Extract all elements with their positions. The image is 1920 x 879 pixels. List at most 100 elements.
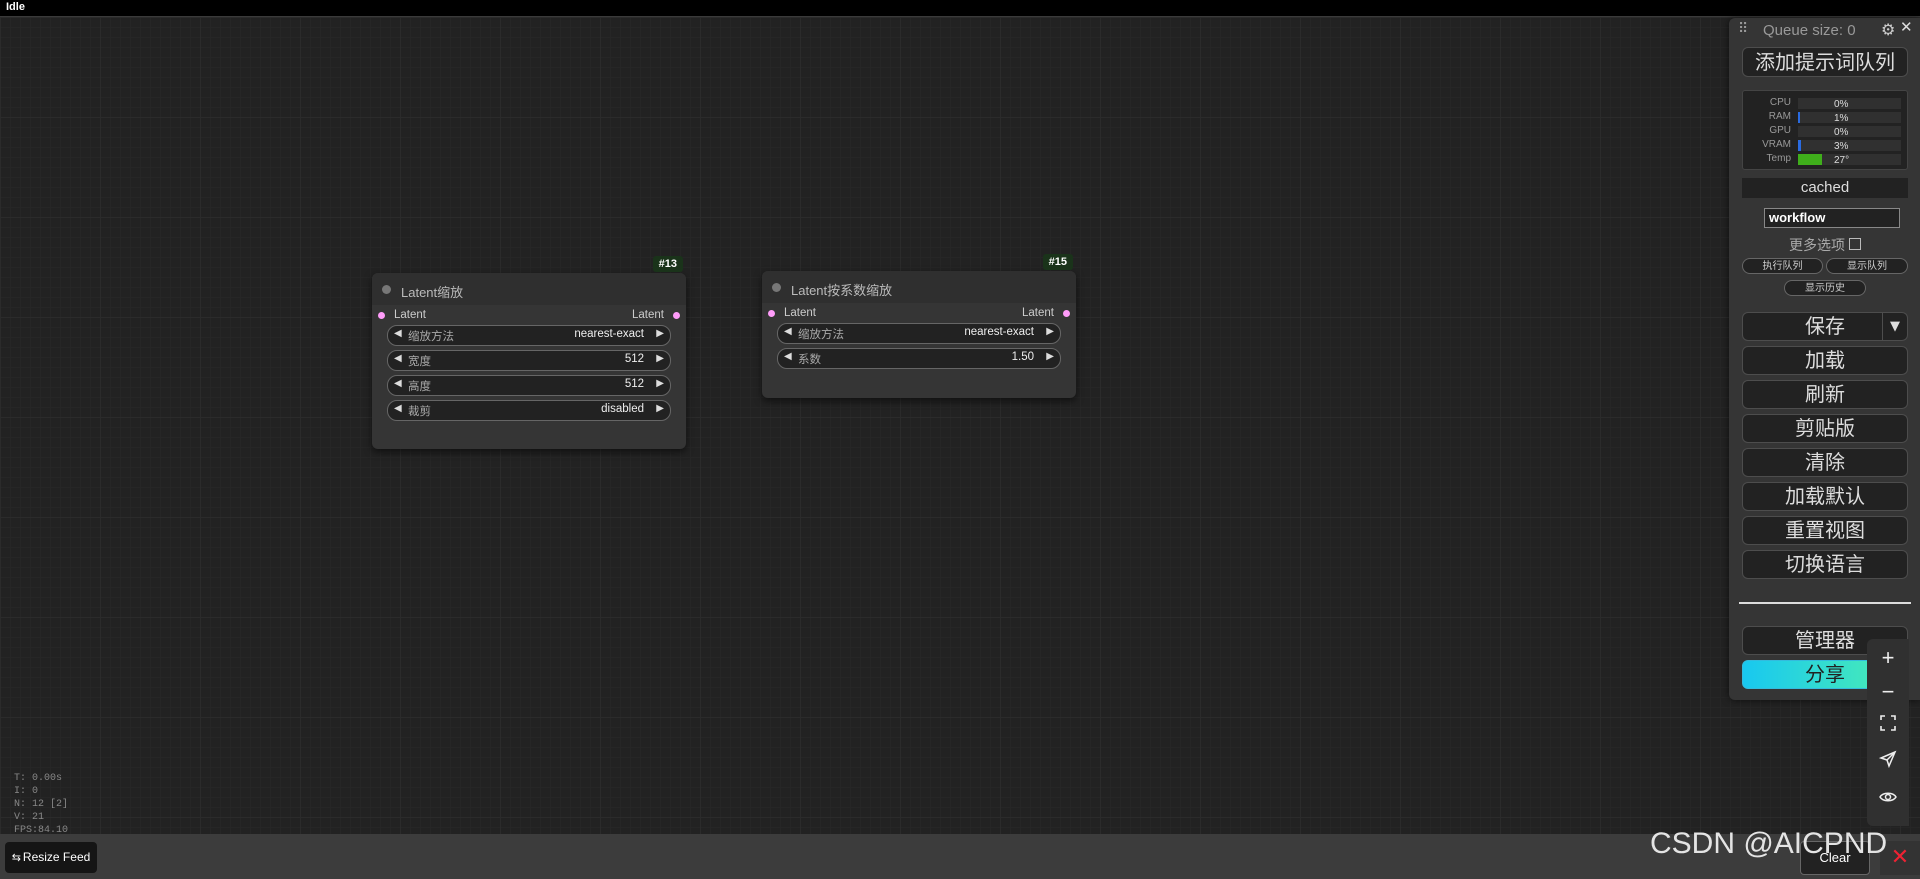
monitor-row-vram: VRAM 3% <box>1743 138 1909 152</box>
clear-button[interactable]: 清除 <box>1742 448 1908 477</box>
fit-view-icon[interactable] <box>1867 714 1909 737</box>
collapse-dot-icon[interactable] <box>772 283 781 292</box>
monitor-value: 3% <box>1834 141 1849 152</box>
node-title-bar[interactable]: Latent缩放 <box>372 273 686 305</box>
node-latent-upscale[interactable]: #13 Latent缩放 Latent Latent ◀ 缩放方法 neares… <box>372 256 686 449</box>
reset-view-button[interactable]: 重置视图 <box>1742 516 1908 545</box>
decrement-arrow-icon[interactable]: ◀ <box>784 351 792 362</box>
collapse-dot-icon[interactable] <box>382 285 391 294</box>
monitor-bar: 3% <box>1798 140 1901 152</box>
more-options[interactable]: 更多选项 <box>1742 235 1908 255</box>
zoom-in-icon[interactable]: + <box>1867 645 1909 671</box>
save-dropdown-icon[interactable]: ▼ <box>1882 313 1907 340</box>
node-id-badge: #13 <box>652 256 683 272</box>
increment-arrow-icon[interactable]: ▶ <box>1046 326 1054 337</box>
widget-upscale-method[interactable]: ◀ 缩放方法 nearest-exact ▶ <box>777 323 1061 344</box>
exec-queue-button[interactable]: 执行队列 <box>1742 258 1823 274</box>
monitor-value: 0% <box>1834 127 1849 138</box>
output-slot-latent[interactable]: Latent <box>1022 307 1070 319</box>
monitor-fill <box>1798 112 1800 123</box>
status-bar: Idle <box>0 0 1920 17</box>
node-slots: Latent Latent <box>762 303 1076 323</box>
decrement-arrow-icon[interactable]: ◀ <box>784 326 792 337</box>
output-dot-icon[interactable] <box>1063 310 1070 317</box>
output-slot-label: Latent <box>632 309 664 321</box>
node-title: Latent缩放 <box>401 285 464 300</box>
widget-width[interactable]: ◀ 宽度 512 ▶ <box>387 350 671 371</box>
input-dot-icon[interactable] <box>378 312 385 319</box>
refresh-button[interactable]: 刷新 <box>1742 380 1908 409</box>
load-button[interactable]: 加载 <box>1742 346 1908 375</box>
sliders-icon: ⇆ <box>11 852 21 864</box>
resize-feed-button[interactable]: ⇆ Resize Feed <box>5 842 97 873</box>
widget-crop[interactable]: ◀ 裁剪 disabled ▶ <box>387 400 671 421</box>
widget-value: 512 <box>624 378 644 390</box>
show-history-button[interactable]: 显示历史 <box>1784 280 1866 296</box>
clipspace-button[interactable]: 剪贴版 <box>1742 414 1908 443</box>
widget-scale-by[interactable]: ◀ 系数 1.50 ▶ <box>777 348 1061 369</box>
monitor-bar: 0% <box>1798 126 1901 138</box>
widget-value: nearest-exact <box>964 326 1034 338</box>
decrement-arrow-icon[interactable]: ◀ <box>394 353 402 364</box>
increment-arrow-icon[interactable]: ▶ <box>656 403 664 414</box>
zoom-out-icon[interactable]: − <box>1867 679 1909 705</box>
output-dot-icon[interactable] <box>673 312 680 319</box>
more-options-checkbox[interactable] <box>1849 238 1861 250</box>
increment-arrow-icon[interactable]: ▶ <box>656 353 664 364</box>
decrement-arrow-icon[interactable]: ◀ <box>394 378 402 389</box>
resize-feed-label: Resize Feed <box>22 850 91 864</box>
stat-time: T: 0.00s <box>14 773 63 784</box>
monitor-row-gpu: GPU 0% <box>1743 124 1909 138</box>
monitor-bar: 0% <box>1798 98 1901 110</box>
graph-canvas[interactable]: #13 Latent缩放 Latent Latent ◀ 缩放方法 neares… <box>0 17 1920 836</box>
monitor-row-ram: RAM 1% <box>1743 110 1909 124</box>
node-title-bar[interactable]: Latent按系数缩放 <box>762 271 1076 303</box>
widget-name: 缩放方法 <box>408 331 454 343</box>
monitor-label: CPU <box>1769 97 1791 108</box>
queue-size: Queue size: 0 <box>1763 22 1856 39</box>
monitor-bar: 1% <box>1798 112 1901 124</box>
workflow-input[interactable]: workflow <box>1764 208 1900 228</box>
save-button[interactable]: 保存 ▼ <box>1742 312 1908 341</box>
widget-name: 高度 <box>408 381 431 393</box>
menu-header: ⠿ Queue size: 0 ⚙ ✕ <box>1729 18 1920 42</box>
switch-language-button[interactable]: 切换语言 <box>1742 550 1908 579</box>
input-slot-latent[interactable]: Latent <box>768 307 816 319</box>
widget-value: nearest-exact <box>574 328 644 340</box>
increment-arrow-icon[interactable]: ▶ <box>656 378 664 389</box>
watermark: CSDN @AICPND <box>1650 827 1888 860</box>
widget-value: disabled <box>601 403 644 415</box>
input-slot-label: Latent <box>394 309 426 321</box>
widget-value: 512 <box>624 353 644 365</box>
input-dot-icon[interactable] <box>768 310 775 317</box>
increment-arrow-icon[interactable]: ▶ <box>1046 351 1054 362</box>
decrement-arrow-icon[interactable]: ◀ <box>394 328 402 339</box>
monitor-bar: 27° <box>1798 154 1901 166</box>
gear-icon[interactable]: ⚙ <box>1881 20 1895 40</box>
menu-divider <box>1739 602 1911 604</box>
status-label: Idle <box>6 1 25 13</box>
widget-name: 裁剪 <box>408 406 431 418</box>
queue-prompt-button[interactable]: 添加提示词队列 <box>1742 47 1908 77</box>
drag-handle-icon[interactable]: ⠿ <box>1738 20 1748 37</box>
send-icon[interactable] <box>1867 750 1909 773</box>
node-latent-upscale-by[interactable]: #15 Latent按系数缩放 Latent Latent ◀ 缩放方法 nea… <box>762 254 1076 398</box>
load-default-button[interactable]: 加载默认 <box>1742 482 1908 511</box>
widget-value: 1.50 <box>1011 351 1034 363</box>
close-icon[interactable]: ✕ <box>1900 18 1913 36</box>
widget-name: 系数 <box>798 354 821 366</box>
decrement-arrow-icon[interactable]: ◀ <box>394 403 402 414</box>
input-slot-latent[interactable]: Latent <box>378 309 426 321</box>
widget-name: 宽度 <box>408 356 431 368</box>
output-slot-latent[interactable]: Latent <box>632 309 680 321</box>
monitor-value: 0% <box>1834 99 1849 110</box>
resource-monitor: CPU 0% RAM 1% GPU 0% VRAM 3% Temp 27° <box>1742 90 1908 170</box>
node-slots: Latent Latent <box>372 305 686 325</box>
widget-height[interactable]: ◀ 高度 512 ▶ <box>387 375 671 396</box>
cached-label: cached <box>1742 178 1908 198</box>
widget-upscale-method[interactable]: ◀ 缩放方法 nearest-exact ▶ <box>387 325 671 346</box>
increment-arrow-icon[interactable]: ▶ <box>656 328 664 339</box>
eye-icon[interactable] <box>1867 788 1909 811</box>
monitor-row-cpu: CPU 0% <box>1743 96 1909 110</box>
show-queue-button[interactable]: 显示队列 <box>1826 258 1908 274</box>
